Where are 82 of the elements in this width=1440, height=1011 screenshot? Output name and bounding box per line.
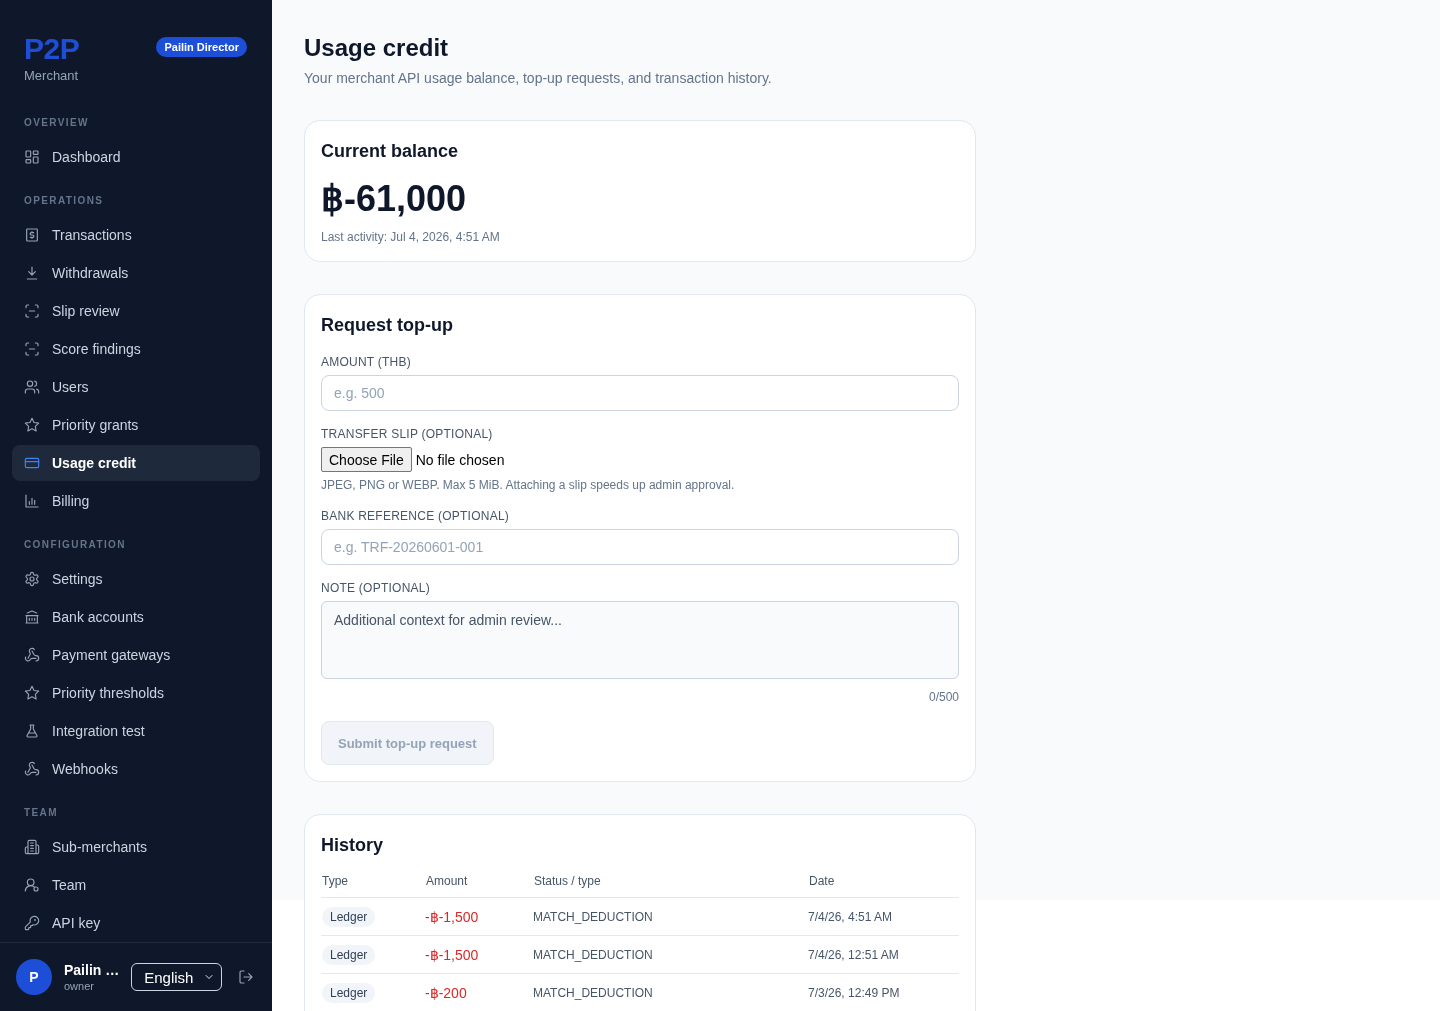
- type-tag: Ledger: [322, 982, 376, 1003]
- star-icon: [24, 417, 40, 433]
- settings-icon: [24, 571, 40, 587]
- section-label: CONFIGURATION: [24, 538, 126, 552]
- date-cell: 7/4/26, 12:51 AM: [808, 947, 899, 962]
- amount-cell: -฿-200: [425, 984, 467, 1001]
- field-label: AMOUNT (THB): [321, 354, 411, 370]
- char-counter: 0/500: [928, 689, 959, 705]
- logout-icon[interactable]: [238, 969, 255, 985]
- type-tag: Ledger: [322, 944, 376, 965]
- webhook-icon: [24, 647, 40, 663]
- field-label: BANK REFERENCE (OPTIONAL): [321, 508, 510, 524]
- status-cell: MATCH_DEDUCTION: [533, 985, 653, 1000]
- star-icon: [24, 685, 40, 701]
- nav-item[interactable]: Team: [12, 867, 260, 903]
- nav-item[interactable]: Slip review: [12, 293, 260, 329]
- nav-item[interactable]: Bank accounts: [12, 599, 260, 635]
- nav-item[interactable]: Users: [12, 369, 260, 405]
- section-label: TEAM: [24, 806, 58, 820]
- building-icon: [24, 839, 40, 855]
- nav-item[interactable]: Priority thresholds: [12, 675, 260, 711]
- flask-icon: [24, 723, 40, 739]
- nav-item[interactable]: Priority grants: [12, 407, 260, 443]
- grid-icon: [24, 149, 40, 165]
- nav-item[interactable]: API key: [12, 905, 260, 941]
- nav-item[interactable]: Usage credit: [12, 445, 260, 481]
- user-role: owner: [64, 978, 94, 993]
- role-badge: Pailin Director: [156, 37, 247, 57]
- bank-icon: [24, 609, 40, 625]
- note-field[interactable]: Additional context for admin review...: [321, 601, 959, 679]
- scan-icon: [24, 303, 40, 319]
- input-field[interactable]: e.g. TRF-20260601-001: [321, 529, 959, 565]
- scan-icon: [24, 341, 40, 357]
- users-icon: [24, 379, 40, 395]
- bar-chart-icon: [24, 493, 40, 509]
- file-status: No file chosen: [415, 451, 505, 468]
- nav-item[interactable]: Webhooks: [12, 751, 260, 787]
- column-header: Date: [808, 874, 835, 888]
- choose-file-button[interactable]: Choose File: [321, 447, 412, 472]
- section-label: OPERATIONS: [24, 194, 104, 208]
- column-header: Type: [321, 874, 348, 888]
- key-icon: [24, 915, 40, 931]
- nav-item[interactable]: Withdrawals: [12, 255, 260, 291]
- download-icon: [24, 265, 40, 281]
- field-label: TRANSFER SLIP (OPTIONAL): [321, 426, 493, 442]
- nav-item[interactable]: Transactions: [12, 217, 260, 253]
- card-title: Current balance: [321, 140, 459, 163]
- date-cell: 7/3/26, 12:49 PM: [808, 985, 900, 1000]
- nav-item[interactable]: Score findings: [12, 331, 260, 367]
- card-title: Request top-up: [321, 314, 453, 337]
- amount-cell: -฿-1,500: [425, 946, 479, 963]
- status-cell: MATCH_DEDUCTION: [533, 909, 653, 924]
- column-header: Status / type: [533, 874, 601, 888]
- status-cell: MATCH_DEDUCTION: [533, 947, 653, 962]
- field-label: NOTE (OPTIONAL): [321, 580, 430, 596]
- date-cell: 7/4/26, 4:51 AM: [808, 909, 893, 924]
- receipt-icon: [24, 227, 40, 243]
- section-label: OVERVIEW: [24, 116, 89, 130]
- nav-item[interactable]: Sub-merchants: [12, 829, 260, 865]
- amount-cell: -฿-1,500: [425, 908, 479, 925]
- user-avatar: P: [16, 959, 52, 995]
- nav-item[interactable]: Billing: [12, 483, 260, 519]
- input-field[interactable]: e.g. 500: [321, 375, 959, 411]
- type-tag: Ledger: [322, 906, 376, 927]
- hint-text: JPEG, PNG or WEBP. Max 5 MiB. Attaching a slip speeds up admin approval.: [321, 477, 735, 493]
- logo-subtitle: Merchant: [24, 67, 80, 85]
- balance-amount: ฿-61,000: [321, 177, 467, 221]
- webhook-icon: [24, 761, 40, 777]
- nav-item[interactable]: Payment gateways: [12, 637, 260, 673]
- nav-item[interactable]: Integration test: [12, 713, 260, 749]
- column-header: Amount: [425, 874, 468, 888]
- language-select[interactable]: English: [131, 963, 223, 991]
- page-subtitle: Your merchant API usage balance, top-up requests, and transaction history.: [304, 69, 772, 88]
- logo: P2P: [24, 31, 80, 67]
- card-title: History: [321, 834, 383, 857]
- last-activity-text: Last activity: Jul 4, 2026, 4:51 AM: [321, 229, 500, 245]
- nav-item[interactable]: Settings: [12, 561, 260, 597]
- user-name: Pailin …: [64, 961, 120, 979]
- page-title: Usage credit: [304, 33, 449, 63]
- user-icon: [24, 877, 40, 893]
- credit-card-icon: [24, 455, 40, 471]
- nav-item[interactable]: Dashboard: [12, 139, 260, 175]
